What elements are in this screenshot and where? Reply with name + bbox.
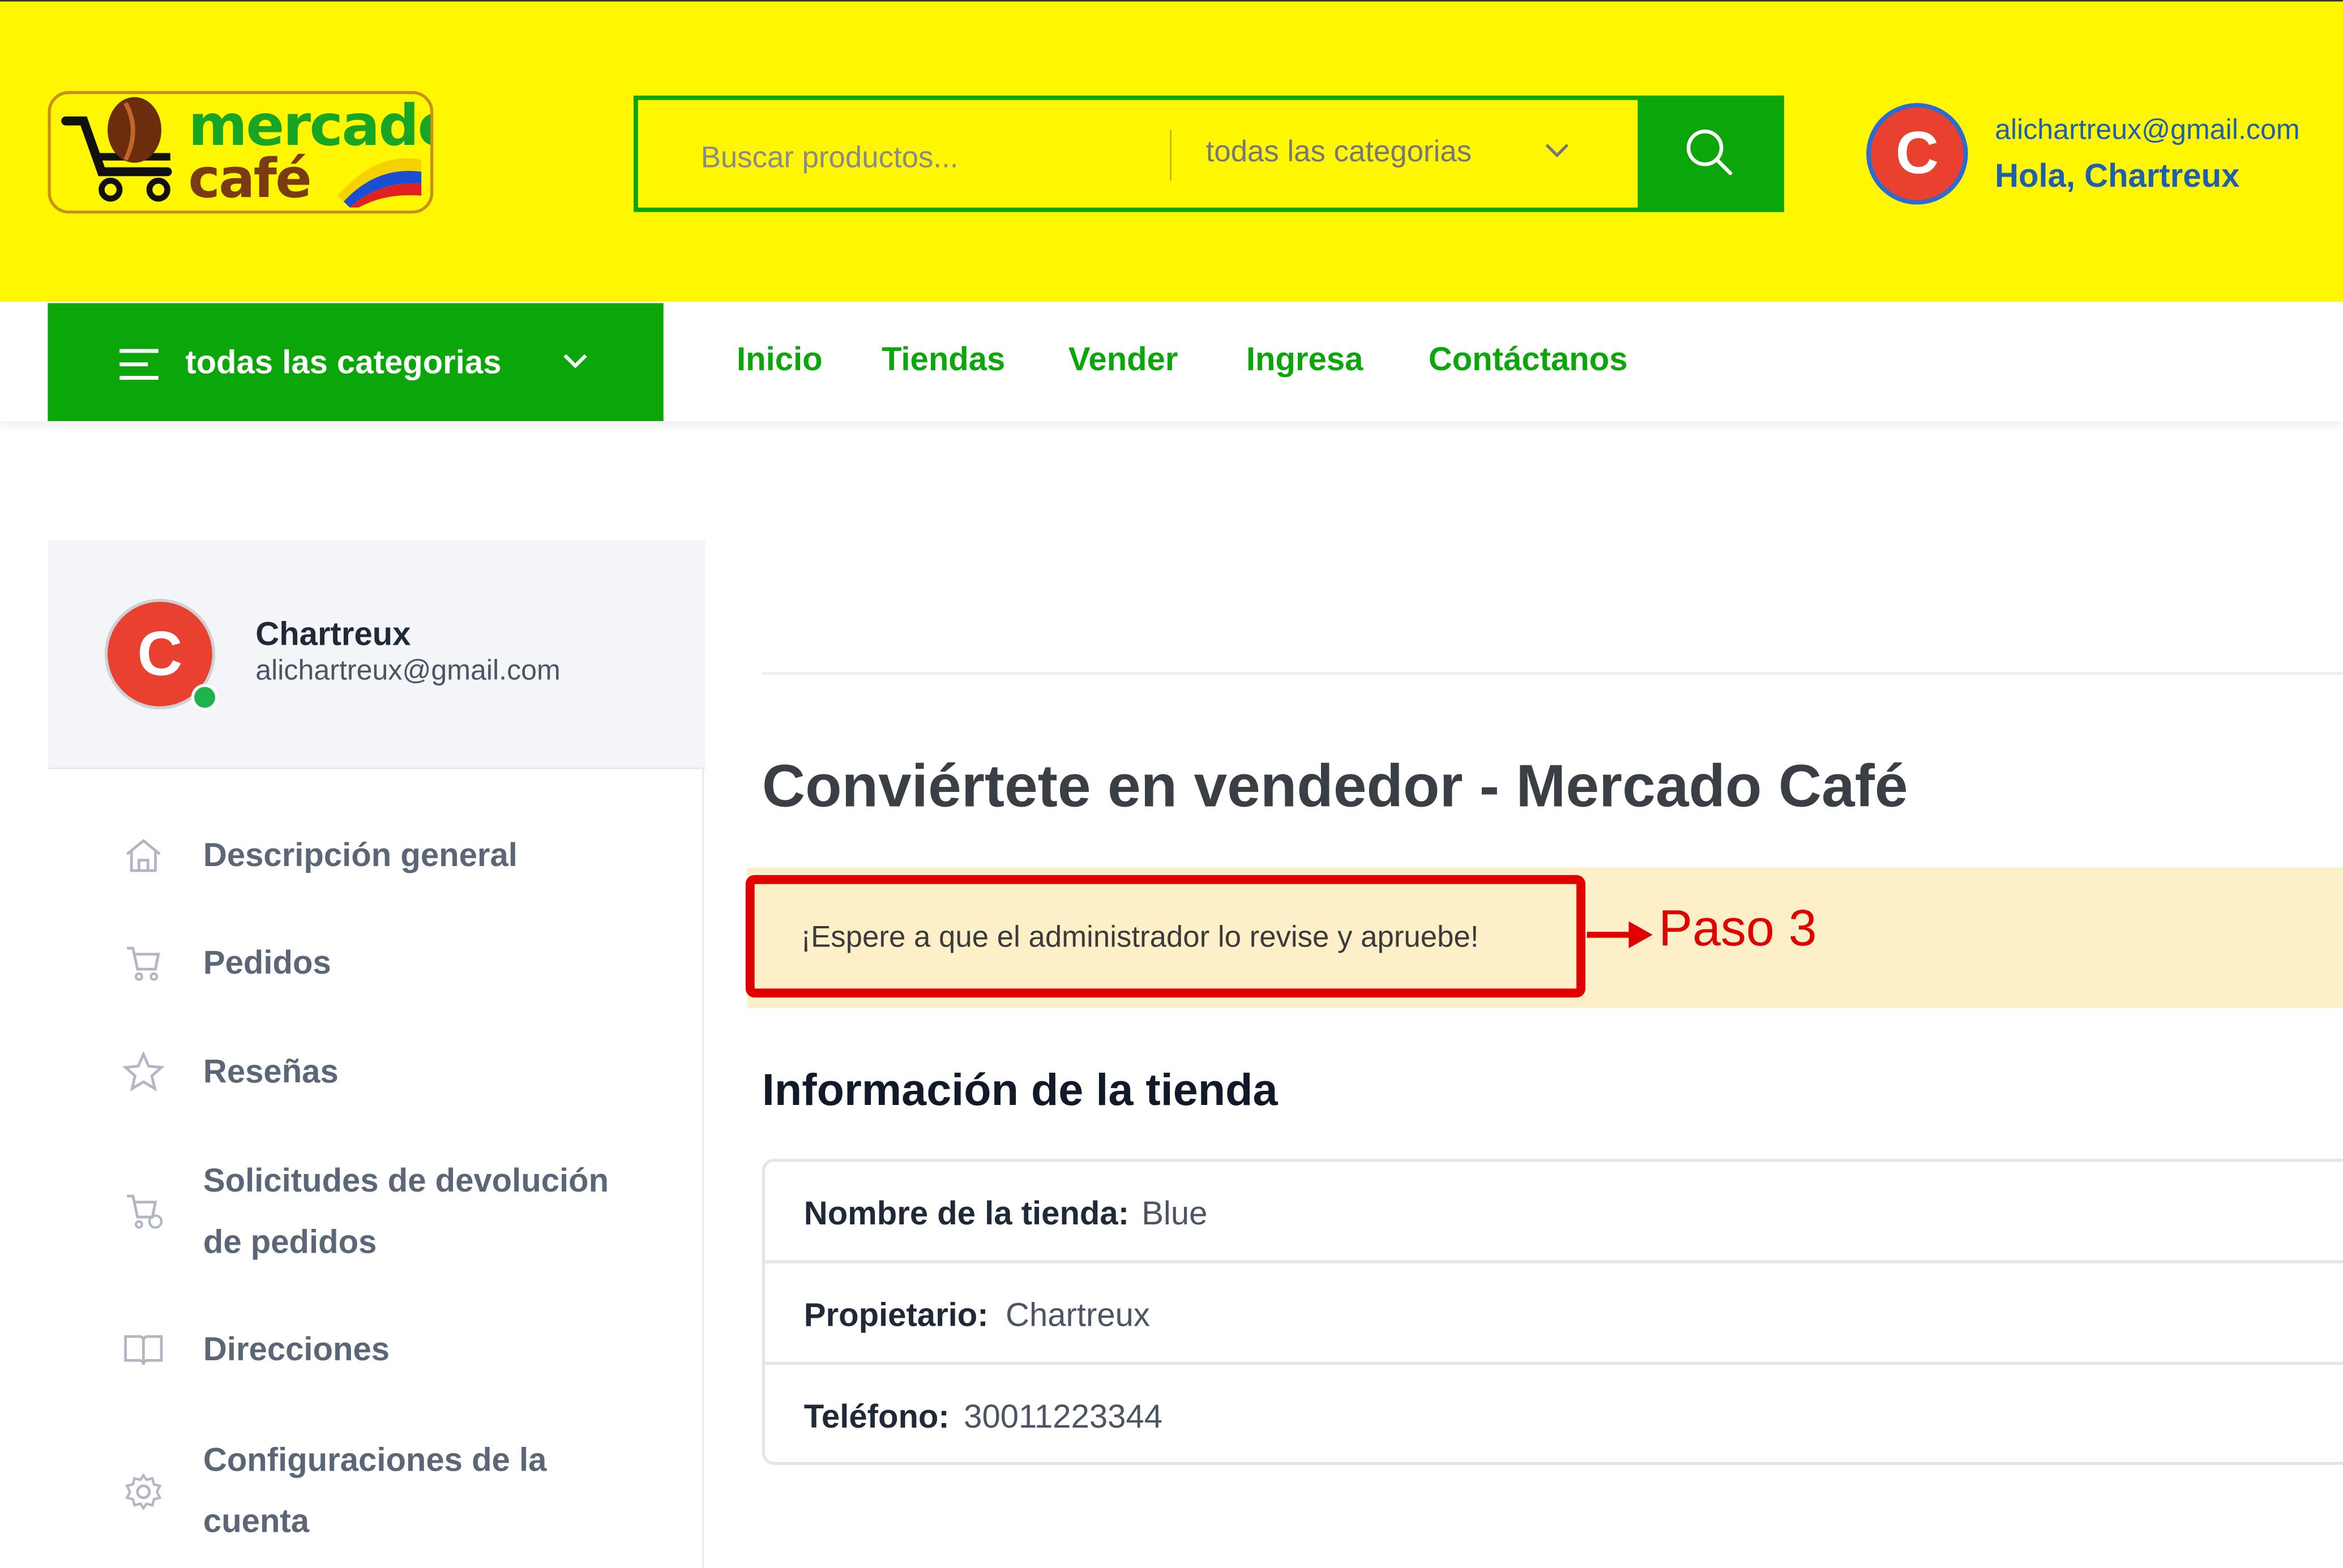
menu-icon [119,349,159,380]
logo-text-mercado: mercado [188,92,434,158]
store-info-table: Nombre de la tienda: Blue Propietario: C… [762,1159,2343,1465]
profile-email: alichartreux@gmail.com [255,656,561,687]
online-status-dot [191,684,219,711]
search-category-select[interactable]: todas las categorias [1206,136,1472,170]
table-row: Teléfono: 30011223344 [765,1365,2343,1466]
annotation-highlight-box [745,875,1585,998]
user-greeting[interactable]: Hola, Chartreux [1995,157,2239,196]
table-row: Propietario: Chartreux [765,1263,2343,1365]
owner-key: Propietario: [803,1296,989,1334]
flag-ribbon-icon [337,158,422,208]
sidebar-item-reviews[interactable]: Reseñas [48,1041,705,1102]
cart-logo-icon [61,97,172,202]
owner-value: Chartreux [1006,1296,1150,1334]
cart-return-icon [127,1194,163,1229]
nav-link-ingresa[interactable]: Ingresa [1246,340,1363,379]
account-sidebar: C Chartreux alichartreux@gmail.com Descr… [48,540,706,1568]
table-row: Nombre de la tienda: Blue [765,1162,2343,1263]
chevron-down-icon [1545,144,1569,158]
nav-link-inicio[interactable]: Inicio [737,340,823,379]
sidebar-item-return-requests[interactable]: Solicitudes de devolución de pedidos [48,1150,705,1272]
annotation-step-label: Paso 3 [1658,900,1817,957]
all-categories-button[interactable]: todas las categorias [48,303,664,421]
sidebar-item-label-line2: cuenta [203,1502,310,1540]
chevron-down-icon [563,354,587,369]
mercado-cafe-logo[interactable]: mercado café [48,91,434,214]
sidebar-item-account-settings[interactable]: Configuraciones de la cuenta [48,1429,705,1552]
search-icon [1686,129,1733,175]
search-input[interactable] [698,136,1152,181]
user-email[interactable]: alichartreux@gmail.com [1995,115,2300,148]
sidebar-item-orders[interactable]: Pedidos [48,932,705,993]
profile-card: C Chartreux alichartreux@gmail.com [48,540,706,769]
nav-link-vender[interactable]: Vender [1068,340,1178,379]
nav-link-contactanos[interactable]: Contáctanos [1429,340,1628,379]
star-icon [122,1051,165,1091]
search-button[interactable] [1637,95,1784,212]
all-categories-label: todas las categorias [185,343,502,381]
content-divider [762,672,2343,675]
book-icon [124,1335,163,1365]
store-name-value: Blue [1141,1194,1208,1232]
user-avatar[interactable]: C [1866,103,1968,205]
search-divider [1170,130,1172,181]
search-bar: todas las categorias [633,95,1784,212]
sidebar-item-label: Reseñas [203,1052,339,1090]
gear-icon [125,1473,162,1511]
sidebar-item-addresses[interactable]: Direcciones [48,1318,705,1380]
annotation-arrow-icon [1587,921,1653,949]
store-name-key: Nombre de la tienda: [803,1194,1130,1232]
home-icon [126,839,161,872]
store-info-heading: Información de la tienda [762,1066,1278,1116]
sidebar-item-label-line1: Configuraciones de la [203,1441,547,1479]
top-header: mercado café todas las categorias C [0,0,2343,303]
cart-icon [127,946,160,981]
phone-value: 30011223344 [964,1398,1163,1436]
sidebar-item-label-line1: Solicitudes de devolución [203,1162,609,1199]
sidebar-item-label-line2: de pedidos [203,1223,377,1261]
sidebar-item-label: Pedidos [203,944,331,982]
sidebar-item-label: Direcciones [203,1330,390,1368]
sidebar-item-label: Descripción general [203,836,518,874]
logo-text-cafe: café [188,149,312,211]
profile-name: Chartreux [255,615,411,653]
phone-key: Teléfono: [803,1398,950,1436]
sidebar-item-overview[interactable]: Descripción general [48,824,705,885]
page-title: Conviértete en vendedor - Mercado Café [762,754,1908,820]
nav-link-tiendas[interactable]: Tiendas [882,340,1005,379]
